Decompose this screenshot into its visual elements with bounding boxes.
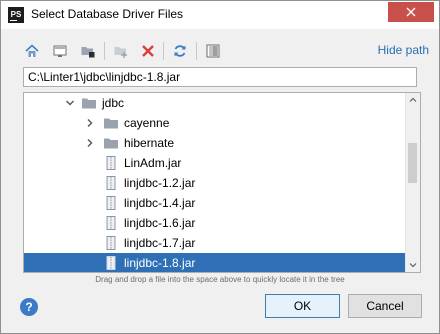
tree-item-hibernate[interactable]: hibernate (24, 133, 407, 153)
tree-item-linjdbc-1-2-jar[interactable]: linjdbc-1.2.jar (24, 173, 407, 193)
tree-item-linjdbc-1-7-jar[interactable]: linjdbc-1.7.jar (24, 233, 407, 253)
delete-button[interactable] (138, 41, 158, 61)
tree-item-label: LinAdm.jar (124, 156, 182, 170)
tree-item-label: linjdbc-1.2.jar (124, 176, 196, 190)
tree-item-label: linjdbc-1.8.jar (124, 256, 196, 270)
refresh-button[interactable] (170, 41, 190, 61)
close-icon (406, 7, 416, 17)
toolbar-separator (163, 42, 164, 60)
expand-arrow-icon[interactable] (84, 137, 96, 149)
jar-file-icon (106, 256, 116, 270)
jar-file-icon (106, 236, 116, 250)
tree-item-label: hibernate (124, 136, 175, 150)
tree-item-jdbc[interactable]: jdbc (24, 93, 407, 113)
chevron-down-icon (409, 263, 417, 268)
project-folder-button[interactable] (78, 41, 98, 61)
project-folder-icon (81, 47, 95, 58)
cancel-button[interactable]: Cancel (348, 294, 422, 318)
chevron-right-icon (87, 139, 93, 147)
scrollbar-thumb[interactable] (408, 143, 417, 183)
jar-file-icon (106, 216, 116, 230)
toolbar: Hide path (1, 39, 439, 63)
drag-drop-hint: Drag and drop a file into the space abov… (95, 275, 345, 284)
tree-item-linjdbc-1-4-jar[interactable]: linjdbc-1.4.jar (24, 193, 407, 213)
close-button[interactable] (388, 2, 434, 22)
jar-file-icon (106, 156, 116, 170)
tree-item-linadm-jar[interactable]: LinAdm.jar (24, 153, 407, 173)
tree-item-label: linjdbc-1.6.jar (124, 216, 196, 230)
delete-icon (142, 45, 154, 57)
scroll-up-button[interactable] (406, 93, 420, 107)
scroll-down-button[interactable] (406, 258, 420, 272)
new-folder-icon (114, 47, 127, 58)
file-tree: jdbc cayenne hibernate LinAdm.jar linjdb… (23, 92, 421, 273)
new-folder-button[interactable] (111, 41, 131, 61)
desktop-icon (53, 45, 67, 57)
expand-arrow-icon[interactable] (84, 117, 96, 129)
title-bar[interactable]: PS Select Database Driver Files (1, 1, 439, 29)
toolbar-separator (196, 42, 197, 60)
home-button[interactable] (22, 41, 42, 61)
dialog-window: PS Select Database Driver Files Hide pat… (0, 0, 440, 334)
expand-arrow-icon[interactable] (64, 97, 76, 109)
folder-icon (104, 118, 118, 129)
tree-item-label: jdbc (102, 96, 125, 110)
home-icon (25, 44, 39, 57)
tree-item-linjdbc-1-8-jar[interactable]: linjdbc-1.8.jar (24, 253, 407, 272)
help-button[interactable]: ? (20, 298, 38, 316)
chevron-right-icon (87, 119, 93, 127)
window-title: Select Database Driver Files (31, 7, 184, 21)
chevron-down-icon (66, 100, 74, 106)
ok-button[interactable]: OK (265, 294, 340, 318)
desktop-button[interactable] (50, 41, 70, 61)
tree-item-label: cayenne (124, 116, 170, 130)
app-icon: PS (8, 7, 24, 23)
tree-scrollbar[interactable] (405, 93, 420, 272)
chevron-up-icon (409, 97, 417, 102)
folder-icon (82, 98, 96, 109)
tree-item-linjdbc-1-6-jar[interactable]: linjdbc-1.6.jar (24, 213, 407, 233)
refresh-icon (174, 45, 186, 57)
tree-item-label: linjdbc-1.4.jar (124, 196, 196, 210)
folder-icon (104, 138, 118, 149)
toolbar-separator (104, 42, 105, 60)
show-hidden-button[interactable] (203, 41, 223, 61)
show-hidden-icon (206, 44, 220, 58)
jar-file-icon (106, 196, 116, 210)
path-input[interactable] (23, 67, 417, 87)
tree-item-label: linjdbc-1.7.jar (124, 236, 196, 250)
tree-item-cayenne[interactable]: cayenne (24, 113, 407, 133)
jar-file-icon (106, 176, 116, 190)
hide-path-link[interactable]: Hide path (378, 43, 429, 57)
